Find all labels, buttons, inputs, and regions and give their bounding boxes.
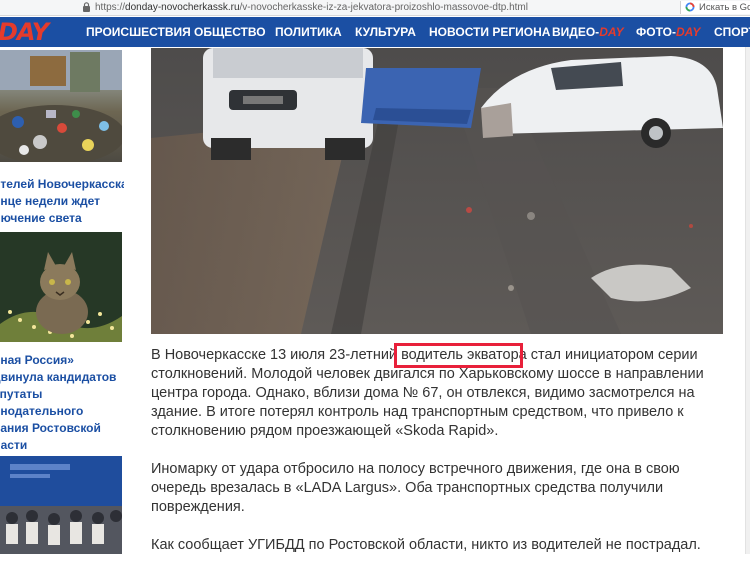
sidebar-news-line: иная Россия»: [0, 353, 74, 367]
browser-address-bar: https://donday-novocherkassk.ru/v-novoch…: [0, 0, 750, 16]
lock-icon: [83, 2, 90, 12]
article-photo: [151, 48, 723, 334]
sidebar-news-line: двинула кандидатов: [0, 370, 117, 384]
nav-item-society[interactable]: ОБЩЕСТВО: [194, 17, 266, 47]
sidebar-news-link-2[interactable]: иная Россия» двинула кандидатов епутаты …: [0, 352, 124, 454]
cat-picture: [0, 232, 122, 342]
sidebar-news-line: ласти: [0, 438, 28, 452]
site-logo[interactable]: DAY: [0, 17, 49, 47]
url-host: donday-novocherkassk.ru: [125, 2, 240, 13]
url-path: /v-novocherkasske-iz-za-jekvatora-proizo…: [239, 2, 528, 13]
nav-item-region-news[interactable]: НОВОСТИ РЕГИОНА: [429, 17, 550, 47]
sidebar-news-line: лючение света: [0, 211, 82, 225]
nav-item-incidents[interactable]: ПРОИСШЕСТВИЯ: [86, 17, 191, 47]
article-paragraph: В Новочеркасске 13 июля 23-летний водите…: [151, 346, 736, 441]
sidebar-news-image-cat[interactable]: [0, 232, 122, 342]
nav-label-highlight: DAY: [599, 25, 624, 39]
trash-pile-picture: [0, 50, 122, 162]
sidebar-news-image-conference[interactable]: [0, 456, 122, 554]
nav-label: ВИДЕО-: [552, 25, 600, 39]
sidebar-news-line: онце недели ждет: [0, 194, 101, 208]
accident-scene-picture: [151, 48, 723, 334]
browser-search-box[interactable]: Искать в Go: [680, 1, 750, 14]
highlighted-phrase: водитель экватора: [401, 347, 527, 363]
nav-label: ФОТО-: [636, 25, 676, 39]
browser-search-placeholder: Искать в Go: [699, 2, 750, 13]
article-paragraph: Иномарку от удара отбросило на полосу вс…: [151, 461, 680, 515]
nav-item-culture[interactable]: КУЛЬТУРА: [355, 17, 416, 47]
nav-item-photo-day[interactable]: ФОТО-DAY: [636, 17, 700, 47]
article-body: В Новочеркасске 13 июля 23-летний водите…: [151, 346, 736, 574]
google-icon: [685, 2, 695, 12]
nav-item-politics[interactable]: ПОЛИТИКА: [275, 17, 342, 47]
url-field[interactable]: https://donday-novocherkassk.ru/v-novoch…: [95, 2, 528, 13]
sidebar-news-line: ителей Новочеркасска: [0, 177, 124, 191]
page-scrollbar[interactable]: [745, 47, 750, 554]
sidebar-news-line: епутаты: [0, 387, 43, 401]
sidebar-news-image-trash[interactable]: [0, 50, 122, 162]
conference-picture: [0, 456, 122, 554]
nav-item-sport[interactable]: СПОРТ: [714, 17, 750, 47]
sidebar-news-line: онодательного: [0, 404, 84, 418]
sidebar-news-link-1[interactable]: ителей Новочеркасска онце недели ждет лю…: [0, 176, 124, 227]
sidebar-news-line: рания Ростовской: [0, 421, 101, 435]
nav-label-highlight: DAY: [675, 25, 701, 39]
article-text: В Новочеркасске 13 июля 23-летний: [151, 347, 402, 363]
nav-item-video-day[interactable]: ВИДЕО-DAY: [552, 17, 624, 47]
main-navigation: DAY ПРОИСШЕСТВИЯ ОБЩЕСТВО ПОЛИТИКА КУЛЬТ…: [0, 17, 750, 47]
article-paragraph: Как сообщает УГИБДД по Ростовской област…: [151, 537, 701, 553]
